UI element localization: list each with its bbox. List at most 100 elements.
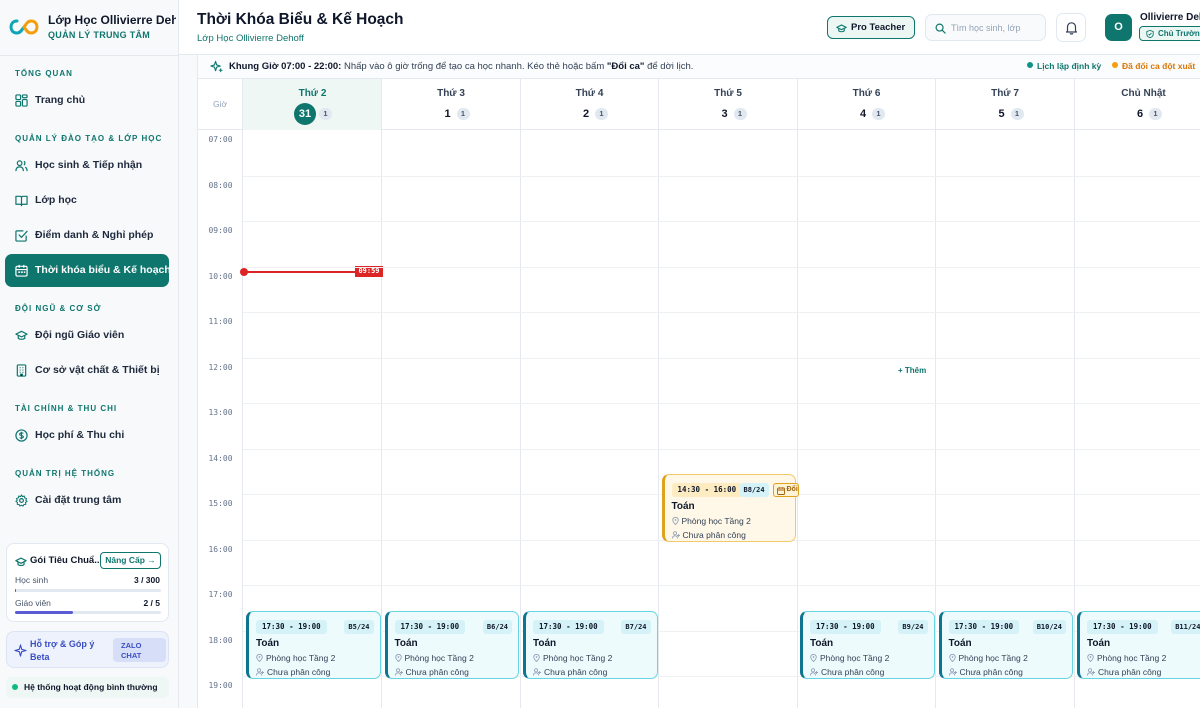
graduation-cap-icon bbox=[15, 557, 27, 567]
session-teacher-label: Chưa phân công bbox=[682, 530, 746, 541]
teachers-quota-value: 2 / 5 bbox=[143, 598, 160, 608]
search-input[interactable] bbox=[951, 20, 1043, 36]
sidebar-item-classes[interactable]: Lớp học bbox=[5, 184, 169, 217]
hint-text: Khung Giờ 07:00 - 22:00: Nhấp vào ô giờ … bbox=[229, 61, 693, 72]
day-header[interactable]: Thứ 3 11 bbox=[382, 79, 521, 130]
support-card[interactable]: Hỗ trợ & Góp ý Beta ZALO CHAT bbox=[6, 631, 169, 668]
sidebar-item-settings[interactable]: Cài đặt trung tâm bbox=[5, 484, 169, 517]
sidebar-item-tuition[interactable]: Học phí & Thu chi bbox=[5, 419, 169, 452]
class-session-card[interactable]: 17:30 - 19:00 B7/24 Toán Phòng học Tầng 2 Ch… bbox=[523, 610, 658, 679]
hour-gridline bbox=[243, 357, 1200, 359]
sparkle-icon bbox=[14, 644, 27, 657]
day-header-row: Giờ Thứ 2 31 1 Thứ 3 1 1 Thứ 4 2 1 Thứ 5 3 1 Thứ 641… bbox=[198, 79, 1200, 130]
session-code: B7/24 bbox=[621, 619, 651, 634]
session-subject: Toán bbox=[1087, 637, 1111, 649]
sidebar-item-teachers[interactable]: Đội ngũ Giáo viên bbox=[5, 319, 169, 352]
day-number: 6 bbox=[1136, 108, 1144, 120]
session-time: 14:30 - 16:00 bbox=[671, 483, 743, 498]
sidebar-item-label: Lớp học bbox=[35, 194, 77, 206]
plan-name: Gói Tiêu Chuẩ... bbox=[30, 555, 103, 566]
schedule-calendar: Khung Giờ 07:00 - 22:00: Nhấp vào ô giờ … bbox=[179, 55, 1200, 708]
time-column: 07:00 08:00 09:00 10:00 11:00 12:00 13:00 14:00… bbox=[198, 130, 243, 708]
hour-label: 13:00 bbox=[208, 408, 233, 417]
students-quota-value: 3 / 300 bbox=[134, 575, 160, 585]
day-header[interactable]: Chủ Nhật 6 1 bbox=[1074, 79, 1200, 130]
day-header[interactable]: Thứ 2 31 1 bbox=[243, 79, 382, 130]
sidebar-item-home[interactable]: Trang chủ bbox=[5, 84, 169, 117]
legend-recurring: Lịch lặp định kỳ bbox=[1027, 61, 1101, 71]
session-time: 17:30 - 19:00 bbox=[1087, 619, 1158, 634]
calendar-panel: Khung Giờ 07:00 - 22:00: Nhấp vào ô giờ … bbox=[197, 55, 1200, 708]
hint-tail: để dời lịch. bbox=[644, 61, 694, 72]
class-session-card[interactable]: 17:30 - 19:00 B5/24 Toán Phòng học Tầng 2 Ch… bbox=[246, 610, 381, 679]
sidebar-item-students[interactable]: Học sinh & Tiếp nhận bbox=[5, 149, 169, 182]
sidebar-item-attendance[interactable]: Điểm danh & Nghỉ phép bbox=[5, 219, 169, 252]
user-plus-icon bbox=[1087, 667, 1095, 676]
hour-label: 12:00 bbox=[208, 362, 233, 372]
upgrade-button[interactable]: Nâng Cấp → bbox=[100, 552, 161, 569]
students-quota-fill bbox=[15, 589, 17, 592]
day-header[interactable]: Thứ 4 21 bbox=[520, 79, 659, 130]
pro-teacher-label: Pro Teacher bbox=[851, 22, 906, 33]
brand[interactable]: Lớp Học Ollivierre Dehoff QUẢN LÝ TRUNG … bbox=[9, 12, 176, 44]
sidebar-item-schedule[interactable]: Thời khóa biểu & Kế hoạch bbox=[5, 254, 171, 287]
hour-label: 19:00 bbox=[208, 681, 233, 690]
session-room: Phòng học Tầng 2 bbox=[810, 653, 889, 663]
hint-body: Nhấp vào ô giờ trống để tạo ca học nhanh… bbox=[341, 61, 607, 72]
day-column[interactable] bbox=[659, 130, 798, 708]
day-number: 3 bbox=[721, 108, 728, 120]
section-label-overview: TỔNG QUAN bbox=[15, 69, 73, 78]
session-teacher-label: Chưa phân công bbox=[405, 666, 469, 677]
class-session-card[interactable]: 17:30 - 19:00 B11/24 Toán Phòng học Tầng 2 C… bbox=[1077, 610, 1200, 679]
sidebar: Lớp Học Ollivierre Dehoff QUẢN LÝ TRUNG … bbox=[0, 0, 179, 708]
day-name: Thứ 2 bbox=[298, 88, 327, 99]
section-label-staff: ĐỘI NGŨ & CƠ SỞ bbox=[15, 304, 102, 313]
hour-gridline bbox=[243, 312, 1200, 313]
session-time: 17:30 - 19:00 bbox=[533, 619, 604, 634]
legend-swapped-label: Đã đổi ca đột xuất bbox=[1122, 61, 1196, 71]
session-room: Phòng học Tầng 2 bbox=[394, 652, 474, 663]
session-subject: Toán bbox=[256, 637, 280, 649]
legend-recurring-dot bbox=[1027, 62, 1033, 68]
teachers-quota-bar bbox=[15, 611, 161, 614]
day-number: 1 bbox=[444, 108, 451, 120]
day-header[interactable]: Thứ 6 41 bbox=[797, 79, 936, 130]
hour-label: 11:00 bbox=[208, 317, 233, 326]
sidebar-item-label: Học sinh & Tiếp nhận bbox=[35, 159, 143, 171]
session-teacher-label: Chưa phân công bbox=[821, 666, 885, 677]
bell-icon bbox=[1065, 22, 1078, 35]
user-plus-icon bbox=[394, 667, 403, 676]
sidebar-item-facilities[interactable]: Cơ sở vật chất & Thiết bị bbox=[5, 354, 169, 387]
class-session-card[interactable]: 14:30 - 16:00B8/24 Đổi ca Toán Phòng học Tầ… bbox=[661, 474, 799, 543]
top-header: Thời Khóa Biểu & Kế Hoạch Lớp Học Ollivi… bbox=[179, 0, 1200, 55]
page-title: Thời Khóa Biểu & Kế Hoạch bbox=[197, 11, 404, 28]
calendar-swap-icon bbox=[776, 487, 785, 496]
zalo-chat-line1: ZALO bbox=[121, 641, 142, 650]
building-icon bbox=[16, 364, 27, 377]
session-room: Phòng học Tầng 2 bbox=[1087, 653, 1166, 663]
session-teacher: Chưa phân công bbox=[671, 530, 746, 541]
class-session-card[interactable]: 17:30 - 19:00 B9/24 Toán Phòng học Tầng 2 Ch… bbox=[800, 610, 935, 679]
class-session-card[interactable]: 17:30 - 19:00 B10/24 Toán Phòng học Tầng 2 C… bbox=[938, 610, 1073, 679]
search-box[interactable] bbox=[925, 14, 1046, 41]
avatar[interactable]: O bbox=[1105, 14, 1132, 41]
swap-shift-button[interactable]: Đổi ca bbox=[772, 483, 799, 498]
add-slot-hint[interactable]: + Thêm bbox=[898, 366, 926, 375]
sidebar-item-label: Thời khóa biểu & Kế hoạch bbox=[35, 264, 171, 276]
day-number: 2 bbox=[582, 108, 590, 120]
session-code: B10/24 bbox=[1032, 619, 1066, 634]
day-event-count: 1 bbox=[1149, 108, 1162, 120]
day-event-count: 1 bbox=[595, 108, 608, 120]
day-name: Thứ 6 bbox=[852, 88, 881, 99]
pro-teacher-button[interactable]: Pro Teacher bbox=[827, 16, 915, 39]
notifications-button[interactable] bbox=[1056, 13, 1086, 42]
dollar-icon bbox=[15, 429, 28, 442]
sidebar-item-label: Đội ngũ Giáo viên bbox=[35, 329, 125, 341]
page-subtitle: Lớp Học Ollivierre Dehoff bbox=[197, 33, 304, 44]
session-room-label: Phòng học Tầng 2 bbox=[404, 652, 474, 663]
zalo-chat-button[interactable]: ZALO CHAT bbox=[113, 638, 166, 662]
day-header[interactable]: Thứ 7 51 bbox=[936, 79, 1075, 130]
day-header[interactable]: Thứ 5 31 bbox=[659, 79, 798, 130]
class-session-card[interactable]: 17:30 - 19:00 B6/24 Toán Phòng học Tầng 2 Ch… bbox=[384, 610, 519, 679]
session-time: 17:30 - 19:00 bbox=[394, 619, 466, 634]
